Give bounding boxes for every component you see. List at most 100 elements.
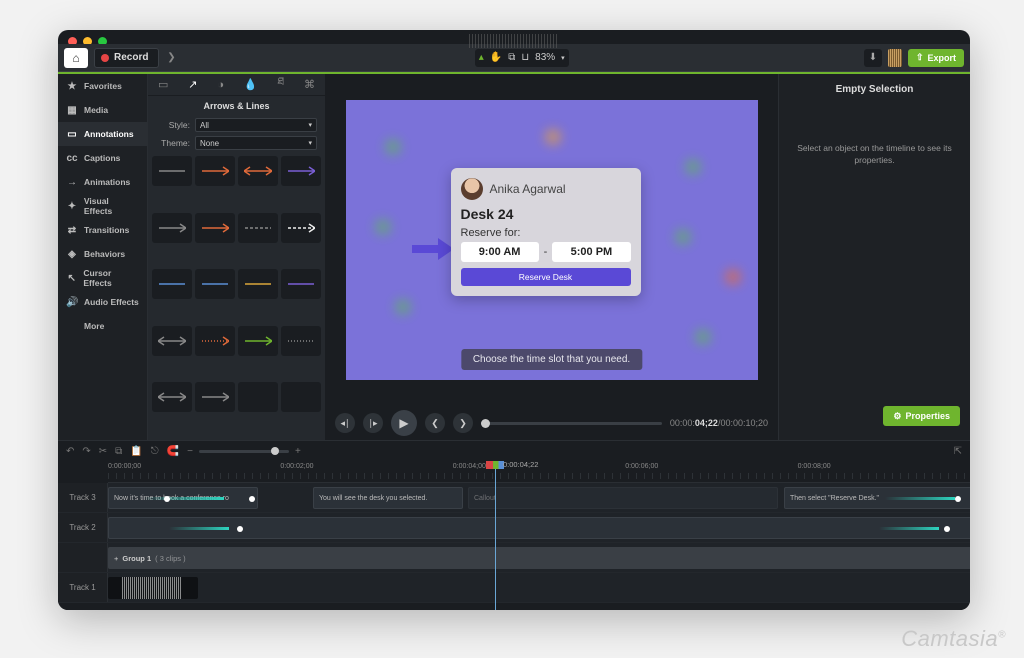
playback-scrubber[interactable] (481, 422, 662, 425)
arrow-preset[interactable] (152, 269, 192, 299)
sidebar-item-cursor-effects[interactable]: ↖Cursor Effects (58, 266, 147, 290)
properties-button[interactable]: ⚙ Properties (883, 406, 960, 426)
sidebar-item-animations[interactable]: →Animations (58, 170, 147, 194)
track-lane[interactable] (108, 513, 970, 542)
sidebar-item-behaviors[interactable]: ◈Behaviors (58, 242, 147, 266)
sidebar-label: Cursor Effects (83, 268, 139, 288)
arrow-preset[interactable] (195, 382, 235, 412)
sidebar-item-media[interactable]: ▦Media (58, 98, 147, 122)
annotation-clip[interactable]: You will see the desk you selected. (313, 487, 463, 509)
zoom-slider[interactable] (199, 450, 289, 453)
zoom-percent[interactable]: 83% (535, 52, 555, 63)
redo-icon[interactable]: ↷ (82, 446, 90, 457)
arrow-preset[interactable] (152, 326, 192, 356)
home-button[interactable]: ⌂ (64, 48, 88, 68)
chevron-down-icon[interactable]: ▾ (561, 54, 565, 62)
sidebar-item-visual-effects[interactable]: ✦Visual Effects (58, 194, 147, 218)
arrow-preset[interactable] (238, 382, 278, 412)
record-dropdown-chevron[interactable]: ❯ (163, 48, 179, 68)
style-row: Style: All▾ (148, 116, 325, 134)
arrow-preset[interactable] (238, 213, 278, 243)
export-button[interactable]: ⇧ Export (908, 49, 964, 67)
sidebar-item-audio-effects[interactable]: 🔊Audio Effects (58, 290, 147, 314)
timeline-ruler[interactable]: 0:00:00;000:00:02;000:00:04;000:00:06;00… (108, 461, 970, 483)
blur-tab-icon[interactable]: 💧 (244, 78, 258, 91)
record-label: Record (114, 52, 148, 63)
arrow-preset[interactable] (195, 269, 235, 299)
annotation-clip[interactable]: Then select "Reserve Desk." (784, 487, 970, 509)
zoom-in-icon[interactable]: + (295, 446, 301, 457)
crop-tool-icon[interactable]: ⧉ (508, 52, 515, 63)
callout-tab-icon[interactable]: ▭ (158, 78, 168, 91)
copy-icon[interactable]: ⧉ (115, 446, 122, 457)
step-back-button[interactable]: ❮ (425, 413, 445, 433)
video-clip[interactable] (108, 577, 198, 599)
properties-label: Properties (905, 411, 950, 421)
arrow-preset[interactable] (281, 156, 321, 186)
annotation-clip[interactable]: Callout (468, 487, 778, 509)
zoom-out-icon[interactable]: − (187, 446, 193, 457)
time-row: 9:00 AM - 5:00 PM (461, 242, 631, 262)
arrow-preset[interactable] (281, 213, 321, 243)
track-row: Track 2 (58, 513, 970, 543)
track-header[interactable]: Track 1 (58, 573, 108, 602)
sidebar-item-transitions[interactable]: ⇄Transitions (58, 218, 147, 242)
group-clip[interactable]: + Group 1 ( 3 clips ) (108, 547, 970, 569)
track-lane[interactable]: Now it's time to book a conference ro You… (108, 483, 970, 512)
playhead[interactable]: 0:00:04;22 (495, 461, 496, 610)
sidebar-item-favorites[interactable]: ★Favorites (58, 74, 147, 98)
theme-row: Theme: None▾ (148, 134, 325, 152)
zoom-knob[interactable] (271, 447, 279, 455)
arrow-tab-icon[interactable]: ↗ (188, 78, 197, 91)
arrow-preset[interactable] (238, 269, 278, 299)
arrow-preset[interactable] (281, 269, 321, 299)
track-lane[interactable] (108, 573, 970, 602)
arrow-preset[interactable] (238, 156, 278, 186)
play-button[interactable]: ▶ (391, 410, 417, 436)
record-button[interactable]: Record (94, 48, 159, 68)
prev-clip-button[interactable]: ◂∣ (335, 413, 355, 433)
track-header[interactable]: Track 2 (58, 513, 108, 542)
time-dash: - (544, 246, 548, 258)
track-header[interactable]: Track 3 (58, 483, 108, 512)
detach-icon[interactable]: ⇱ (954, 446, 962, 457)
assets-icon[interactable] (888, 49, 902, 67)
download-button[interactable]: ⬇ (864, 49, 882, 67)
track-header[interactable] (58, 543, 108, 572)
arrow-preset[interactable] (195, 213, 235, 243)
cursor-tool-icon[interactable]: ▴ (479, 52, 484, 63)
scrubber-knob[interactable] (481, 419, 490, 428)
playhead-handle[interactable] (486, 461, 504, 469)
sidebar-item-annotations[interactable]: ▭Annotations (58, 122, 147, 146)
hand-tool-icon[interactable]: ✋ (490, 52, 502, 63)
style-select[interactable]: All▾ (195, 118, 317, 132)
theme-select[interactable]: None▾ (195, 136, 317, 150)
arrow-preset[interactable] (281, 326, 321, 356)
annotation-clip[interactable] (108, 517, 970, 539)
annotation-clip[interactable]: Now it's time to book a conference ro (108, 487, 258, 509)
expand-icon[interactable]: + (114, 554, 118, 563)
arrow-preset[interactable] (195, 326, 235, 356)
cut-icon[interactable]: ✂ (99, 446, 107, 457)
arrow-preset-grid (148, 152, 325, 440)
arrow-preset[interactable] (152, 382, 192, 412)
split-icon[interactable]: ⎋ (151, 446, 159, 457)
paste-icon[interactable]: 📋 (130, 446, 142, 457)
track-lane[interactable]: + Group 1 ( 3 clips ) (108, 543, 970, 572)
arrow-preset[interactable] (238, 326, 278, 356)
sidebar-item-captions[interactable]: ccCaptions (58, 146, 147, 170)
arrow-preset[interactable] (152, 213, 192, 243)
undo-icon[interactable]: ↶ (66, 446, 74, 457)
magnet-tool-icon[interactable]: ⊔ (521, 52, 529, 63)
step-fwd-button[interactable]: ❯ (453, 413, 473, 433)
shape-tab-icon[interactable]: ◑ (217, 79, 224, 91)
magnet-icon[interactable]: 🧲 (167, 446, 179, 457)
canvas-viewport[interactable]: Anika Agarwal Desk 24 Reserve for: 9:00 … (325, 74, 778, 406)
sidebar-item-more[interactable]: More (58, 314, 147, 338)
next-clip-button[interactable]: ∣▸ (363, 413, 383, 433)
keystroke-tab-icon[interactable]: ⌘ (304, 78, 315, 91)
top-toolbar: ⌂ Record ❯ ▴ ✋ ⧉ ⊔ 83% ▾ ⬇ ⇧ Export (58, 44, 970, 72)
arrow-preset[interactable] (152, 156, 192, 186)
arrow-preset[interactable] (281, 382, 321, 412)
arrow-preset[interactable] (195, 156, 235, 186)
